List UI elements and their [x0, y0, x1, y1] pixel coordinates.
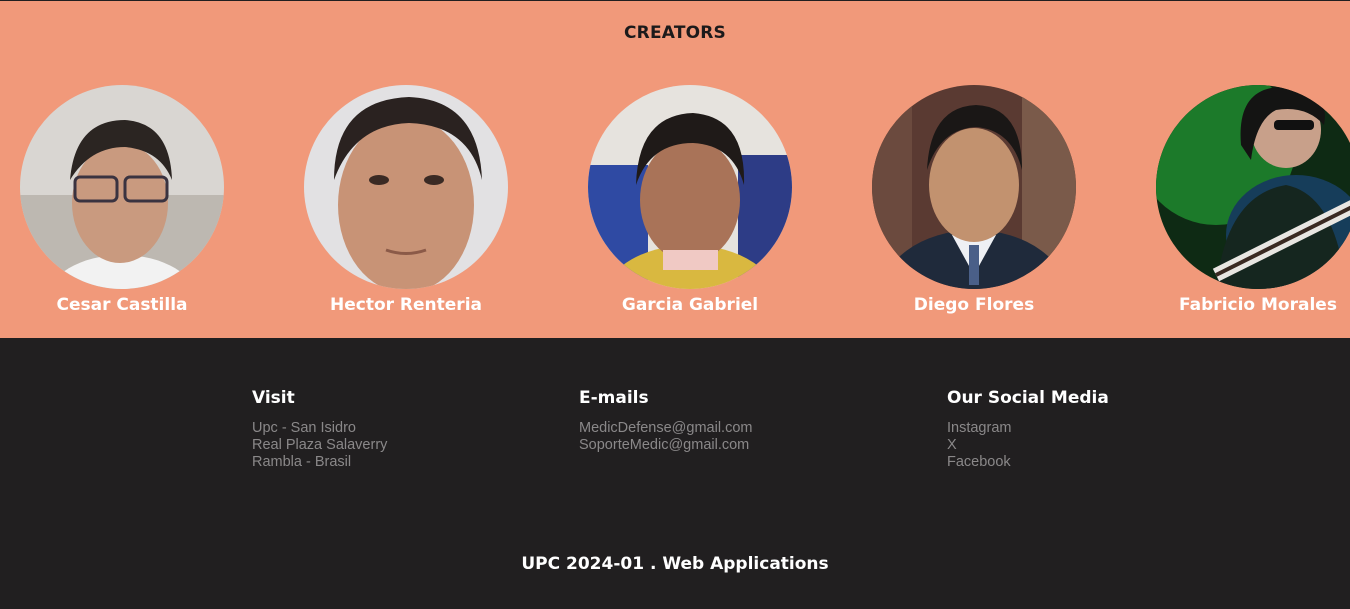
creator-name: Garcia Gabriel [621, 295, 759, 315]
visit-location-link[interactable]: Real Plaza Salaverry [252, 437, 387, 454]
creator-card: Hector Renteria [264, 85, 548, 315]
visit-location-link[interactable]: Upc - San Isidro [252, 420, 387, 437]
creators-section: CREATORS Cesar Castilla Hector Renteria … [0, 1, 1350, 338]
creator-card: Fabricio Morales [1116, 85, 1350, 315]
creator-card: Diego Flores [832, 85, 1116, 315]
copyright-text: UPC 2024-01 . Web Applications [521, 554, 829, 574]
creator-name: Hector Renteria [329, 295, 482, 315]
creators-title: CREATORS [624, 23, 726, 43]
social-link-facebook[interactable]: Facebook [947, 454, 1109, 471]
social-column: Our Social Media Instagram X Facebook [947, 388, 1109, 471]
footer: Visit Upc - San Isidro Real Plaza Salave… [0, 338, 1350, 609]
email-link[interactable]: SoporteMedic@gmail.com [579, 437, 752, 454]
creator-photo [304, 85, 508, 289]
visit-location-link[interactable]: Rambla - Brasil [252, 454, 387, 471]
social-title: Our Social Media [947, 388, 1109, 408]
emails-column: E-mails MedicDefense@gmail.com SoporteMe… [579, 388, 752, 454]
creator-name: Cesar Castilla [56, 295, 188, 315]
creator-photo [1156, 85, 1350, 289]
creator-photo [872, 85, 1076, 289]
emails-title: E-mails [579, 388, 649, 408]
creator-name: Diego Flores [913, 295, 1035, 315]
social-link-x[interactable]: X [947, 437, 1109, 454]
visit-column: Visit Upc - San Isidro Real Plaza Salave… [252, 388, 387, 471]
creator-card: Cesar Castilla [0, 85, 264, 315]
visit-title: Visit [252, 388, 295, 408]
email-link[interactable]: MedicDefense@gmail.com [579, 420, 752, 437]
creator-photo [20, 85, 224, 289]
creator-name: Fabricio Morales [1179, 295, 1337, 315]
social-link-instagram[interactable]: Instagram [947, 420, 1109, 437]
creator-photo [588, 85, 792, 289]
creator-card: Garcia Gabriel [548, 85, 832, 315]
